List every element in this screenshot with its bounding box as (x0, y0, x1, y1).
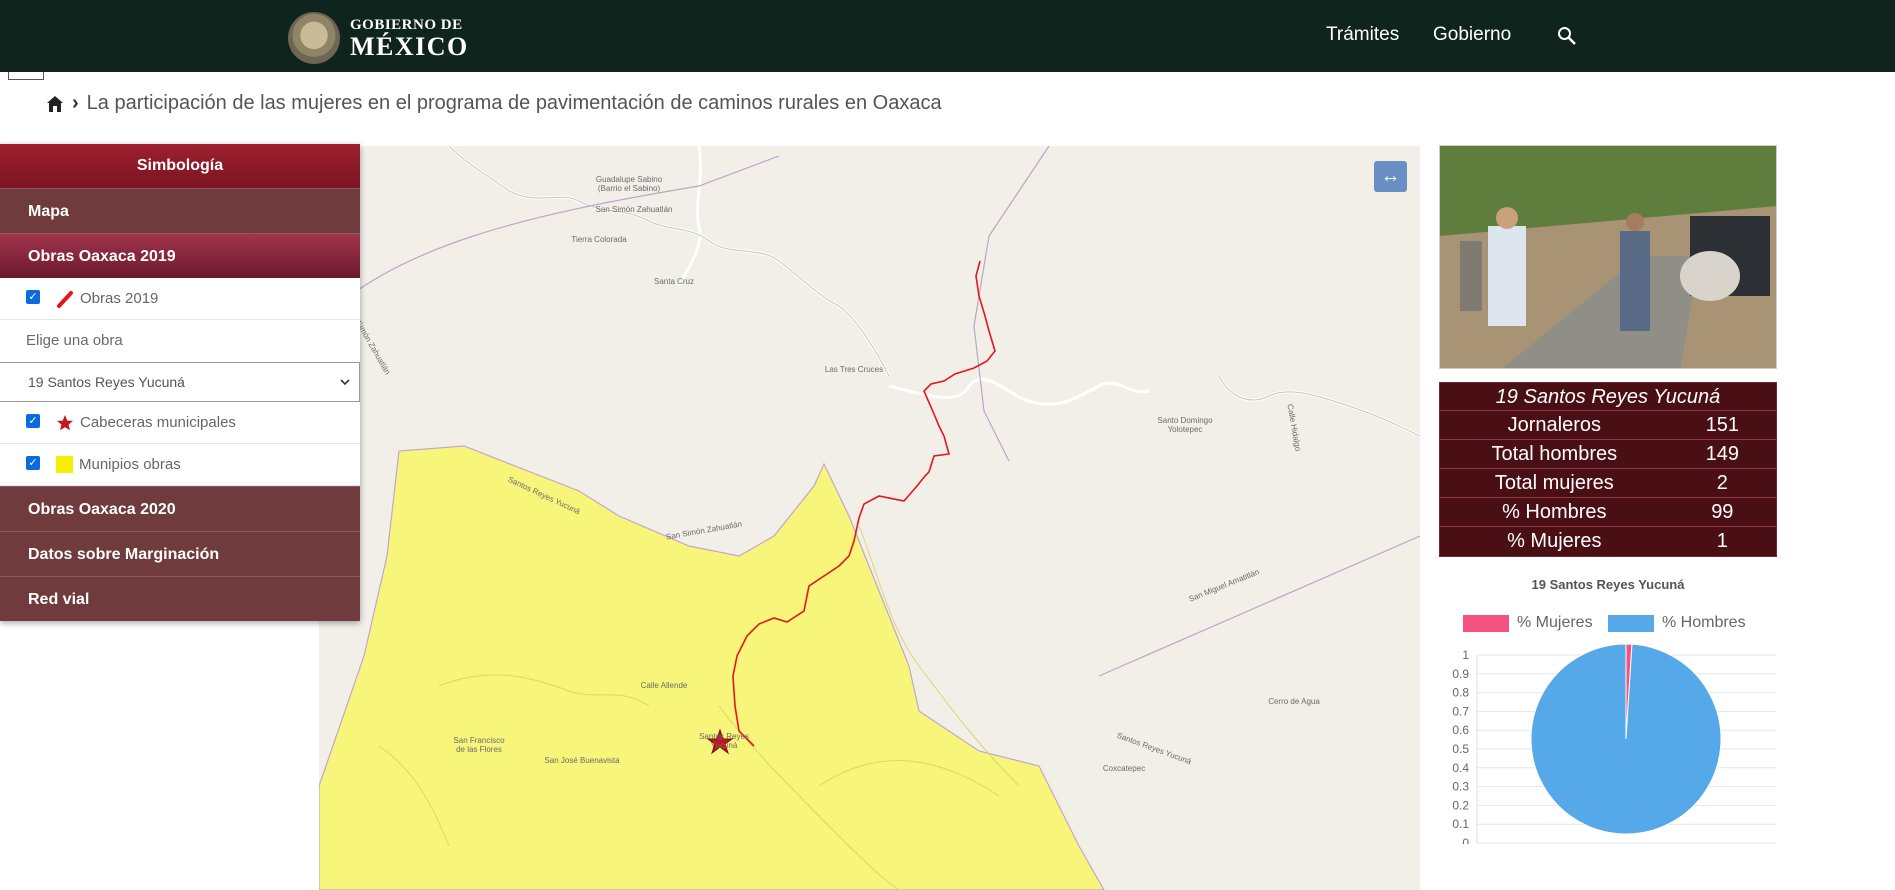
breadcrumb: › La participación de las mujeres en el … (46, 92, 942, 115)
y-tick-label: 0.4 (1452, 761, 1469, 775)
map-label: Santo Domingo Yolotepec (1157, 416, 1213, 434)
stats-value: 99 (1711, 501, 1734, 523)
stats-label: % Mujeres (1507, 530, 1602, 552)
chevron-right-icon: › (72, 92, 79, 114)
y-tick-label: 0 (1462, 836, 1469, 844)
obra-photo (1439, 145, 1777, 369)
national-seal-icon (288, 12, 340, 64)
breadcrumb-current: La participación de las mujeres en el pr… (86, 92, 942, 114)
y-tick-label: 1 (1462, 648, 1469, 662)
pie-canvas: 1 0.9 0.8 0.7 0.6 0.5 0.4 0.3 0.2 0.1 0 (1452, 643, 1776, 844)
map-label: Santos Reyes Yucuná (699, 732, 749, 750)
top-navbar: GOBIERNO DE MÉXICO Trámites Gobierno (0, 0, 1895, 72)
obras-2019-checkbox[interactable]: ✓ (26, 289, 40, 304)
pie-slice[interactable] (1530, 643, 1722, 835)
layer-label: Obras 2019 (80, 290, 159, 307)
map-label: Cerro de Agua (1268, 697, 1320, 706)
y-tick-label: 0.7 (1452, 704, 1469, 718)
stats-row: Jornaleros 151 (1440, 411, 1776, 440)
accordion-marginacion[interactable]: Datos sobre Marginación (0, 531, 360, 576)
cabeceras-checkbox[interactable]: ✓ (26, 413, 40, 428)
layer-label: Cabeceras municipales (80, 414, 236, 431)
map-label: Tierra Colorada (571, 235, 627, 244)
logo-line-1: GOBIERNO DE (350, 16, 463, 33)
stats-value: 151 (1705, 414, 1739, 436)
layer-municipios: ✓ Munipios obras (0, 444, 360, 486)
accordion-red-vial[interactable]: Red vial (0, 576, 360, 621)
chevron-down-icon (340, 379, 350, 386)
map-view[interactable]: Guadalupe Sabino (Barrio el Sabino) San S… (319, 146, 1420, 890)
line-symbol-icon (57, 290, 73, 308)
home-icon[interactable] (46, 95, 64, 113)
accordion-obras-2020[interactable]: Obras Oaxaca 2020 (0, 486, 360, 531)
menu-toggle[interactable] (8, 72, 44, 80)
y-tick-label: 0.3 (1452, 780, 1469, 794)
map-label: Coxcatepec (1102, 764, 1146, 773)
square-symbol-icon (56, 456, 73, 473)
y-tick-label: 0.2 (1452, 798, 1469, 812)
stats-label: Jornaleros (1507, 414, 1602, 436)
stats-label: Total mujeres (1494, 472, 1614, 494)
map-label: San Francisco de las Flores (453, 736, 505, 754)
stats-row: Total hombres 149 (1440, 440, 1776, 469)
pie-chart: 19 Santos Reyes Yucuná % Mujeres % Hombr… (1433, 574, 1783, 844)
stats-value: 149 (1705, 443, 1739, 465)
stats-title: 19 Santos Reyes Yucuná (1440, 383, 1776, 411)
choose-obra-label: Elige una obra (26, 332, 123, 349)
logo-line-2: MÉXICO (350, 31, 469, 61)
layer-label: Munipios obras (79, 456, 181, 473)
stats-row: % Mujeres 1 (1440, 527, 1776, 556)
stats-value: 1 (1716, 530, 1728, 552)
search-icon[interactable] (1557, 26, 1577, 46)
legend-panel: Simbología Mapa Obras Oaxaca 2019 ✓ Obra… (0, 144, 360, 621)
stats-row: % Hombres 99 (1440, 498, 1776, 527)
y-tick-label: 0.5 (1452, 742, 1469, 756)
y-tick-label: 0.1 (1452, 817, 1469, 831)
municipios-checkbox[interactable]: ✓ (26, 455, 40, 470)
map-label: Calle Allende (640, 681, 688, 690)
map-canvas (319, 146, 1420, 890)
expand-map-button[interactable]: ↔ (1374, 161, 1407, 192)
nav-gobierno-link[interactable]: Gobierno (1433, 24, 1511, 46)
stats-table: 19 Santos Reyes Yucuná Jornaleros 151 To… (1439, 382, 1777, 557)
stats-label: % Hombres (1502, 501, 1607, 523)
y-tick-label: 0.8 (1452, 686, 1469, 700)
y-tick-label: 0.9 (1452, 667, 1469, 681)
panel-header[interactable]: Simbología (0, 144, 360, 188)
select-value: 19 Santos Reyes Yucuná (28, 374, 185, 390)
stats-value: 2 (1716, 472, 1728, 494)
nav-tramites-link[interactable]: Trámites (1326, 24, 1399, 46)
map-label: Guadalupe Sabino (Barrio el Sabino) (595, 175, 663, 193)
stats-row: Total mujeres 2 (1440, 469, 1776, 498)
stats-label: Total hombres (1491, 443, 1618, 465)
layer-obras-2019: ✓ Obras 2019 (0, 278, 360, 320)
y-tick-label: 0.6 (1452, 723, 1469, 737)
layer-cabeceras: ✓ Cabeceras municipales (0, 402, 360, 444)
star-symbol-icon (57, 414, 73, 430)
map-label: San Simón Zahuatlán (595, 205, 673, 214)
map-label: San José Buenavista (544, 756, 620, 765)
map-label: Las Tres Cruces (824, 365, 884, 374)
obra-select[interactable]: 19 Santos Reyes Yucuná (0, 362, 360, 402)
accordion-obras-2019[interactable]: Obras Oaxaca 2019 (0, 233, 360, 278)
map-label: Santa Cruz (653, 277, 695, 286)
accordion-mapa[interactable]: Mapa (0, 188, 360, 233)
expand-arrows-icon: ↔ (1380, 165, 1401, 187)
gobierno-logo[interactable]: GOBIERNO DE MÉXICO (288, 12, 469, 64)
